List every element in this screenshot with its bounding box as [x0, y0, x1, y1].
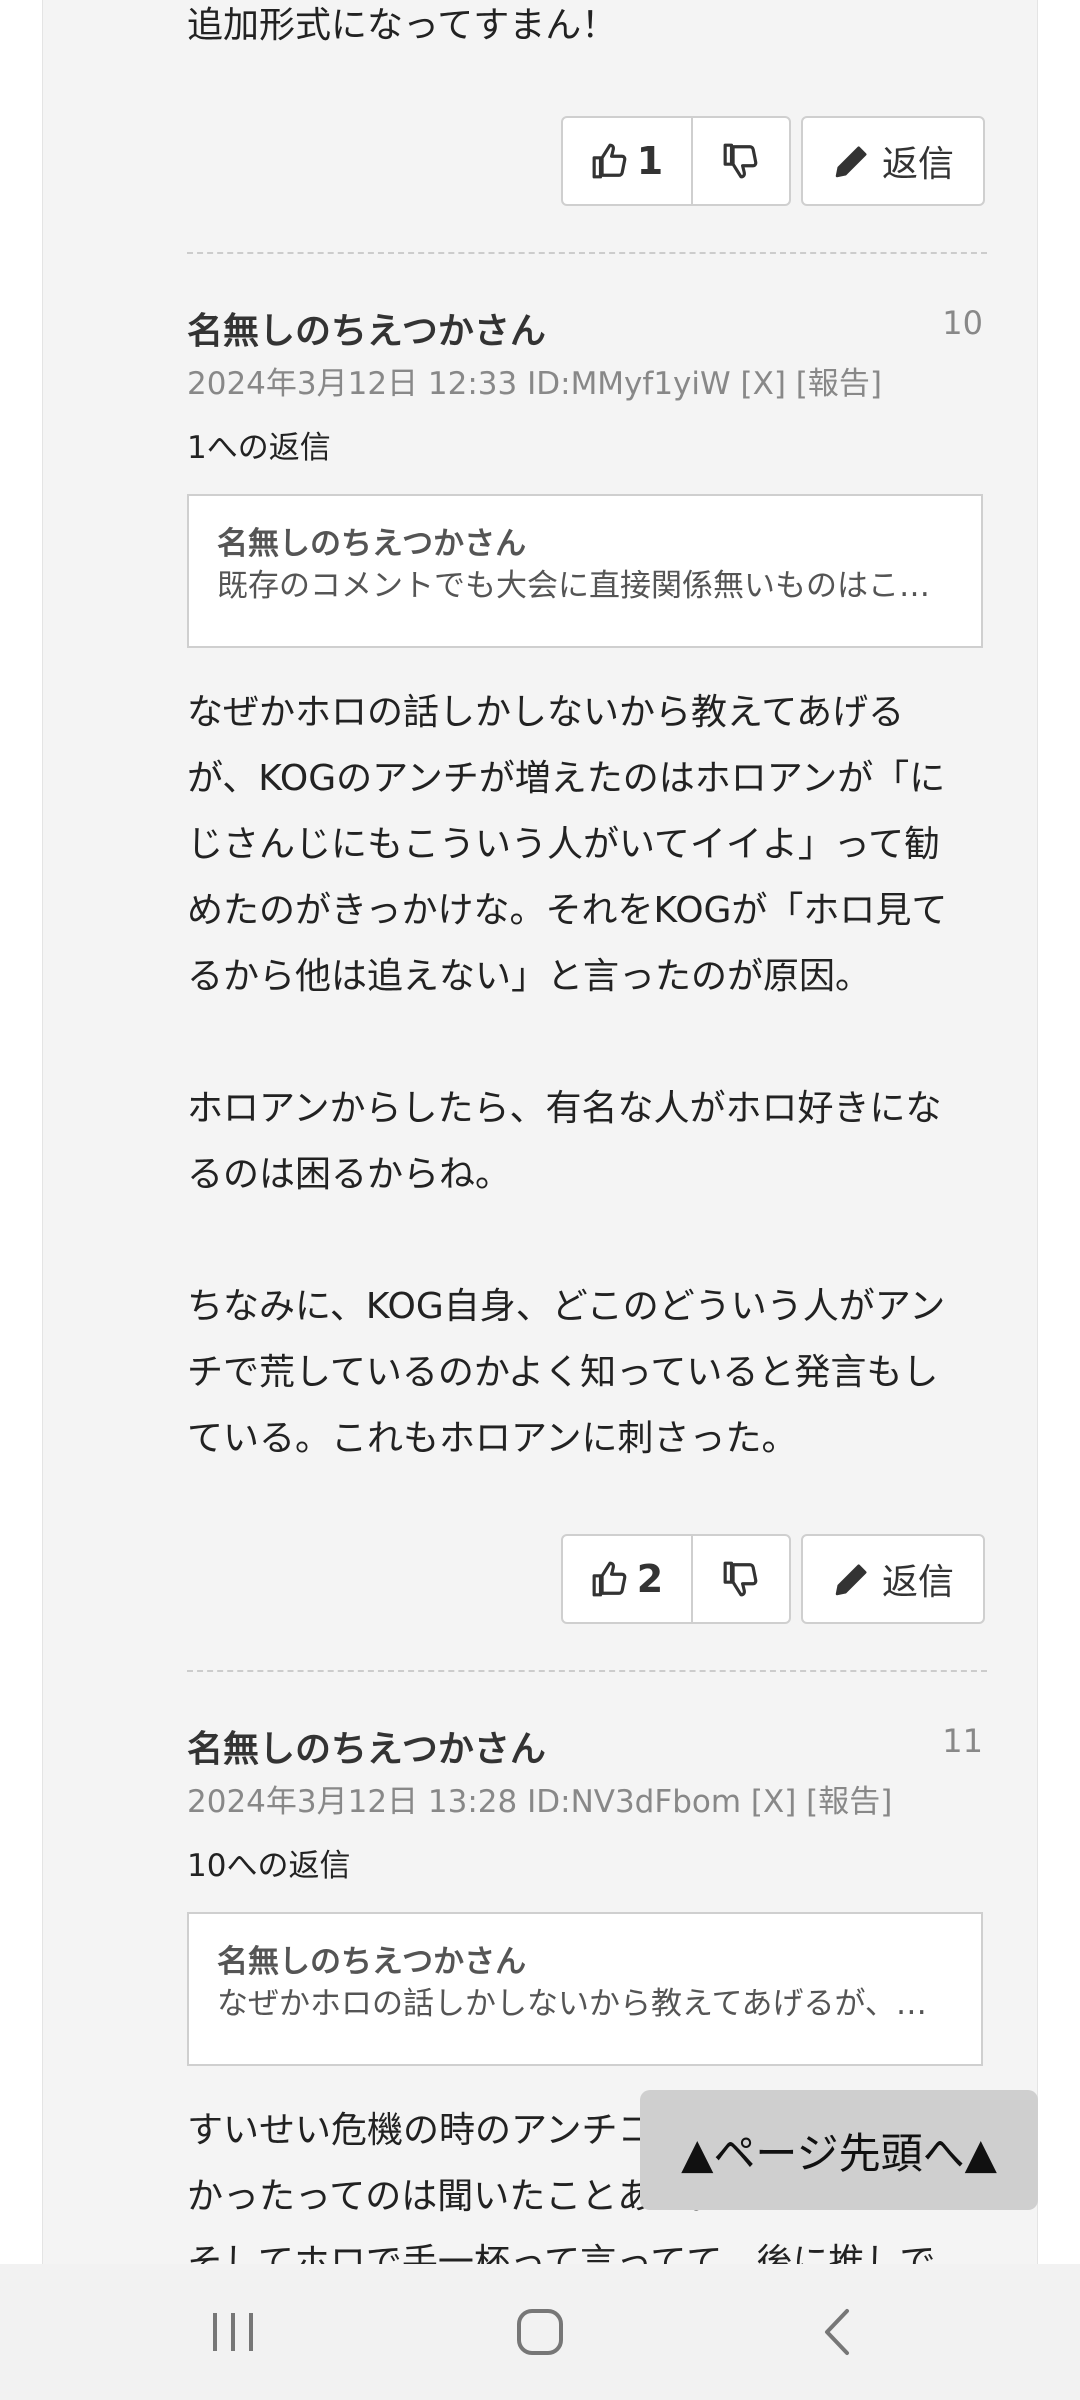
like-count: 2 [636, 1557, 664, 1601]
comment-meta: 2024年3月12日 12:33 ID:MMyf1yiW [X] [報告] [187, 366, 882, 402]
scroll-to-top-button[interactable]: ▲ページ先頭へ▲ [640, 2090, 1038, 2210]
comment-number: 10 [942, 304, 983, 342]
quote-text: 既存のコメントでも大会に直接関係無いものはこ… [217, 568, 930, 604]
vote-group: 1 [561, 116, 791, 206]
system-nav-bar [0, 2264, 1080, 2400]
comment-divider [187, 252, 987, 254]
like-button[interactable]: 1 [563, 118, 693, 204]
comment-number: 11 [942, 1722, 983, 1760]
back-icon [825, 2309, 849, 2355]
recents-icon [213, 2313, 253, 2351]
like-count: 1 [636, 139, 664, 183]
comment-actions: 1 返信 [561, 116, 985, 206]
reply-label: 返信 [881, 1562, 954, 1603]
quoted-comment[interactable]: 名無しのちえつかさん なぜかホロの話しかしないから教えてあげるが、… [187, 1912, 983, 2066]
quoted-comment[interactable]: 名無しのちえつかさん 既存のコメントでも大会に直接関係無いものはこ… [187, 494, 983, 648]
thumbs-up-icon [592, 1561, 627, 1597]
thumbs-down-icon [723, 1561, 758, 1597]
pencil-icon [835, 1564, 867, 1596]
quote-author: 名無しのちえつかさん [217, 526, 527, 562]
comment-author: 名無しのちえつかさん [187, 311, 546, 352]
comment-meta: 2024年3月12日 13:28 ID:NV3dFbom [X] [報告] [187, 1784, 893, 1820]
back-button[interactable] [810, 2304, 866, 2360]
comment-divider [187, 1670, 987, 1672]
like-button[interactable]: 2 [563, 1536, 693, 1622]
quote-author: 名無しのちえつかさん [217, 1944, 527, 1980]
dislike-button[interactable] [693, 1536, 789, 1622]
vote-group: 2 [561, 1534, 791, 1624]
reply-to-label[interactable]: 10への返信 [187, 1840, 350, 1885]
reply-button[interactable]: 返信 [801, 1534, 985, 1624]
thumbs-up-icon [592, 143, 627, 179]
thumbs-down-icon [723, 143, 758, 179]
quote-text: なぜかホロの話しかしないから教えてあげるが、… [217, 1986, 927, 2022]
home-button[interactable] [506, 2302, 574, 2362]
comment-author: 名無しのちえつかさん [187, 1729, 546, 1770]
pencil-icon [835, 146, 867, 178]
home-icon [517, 2309, 563, 2355]
recents-button[interactable] [200, 2304, 266, 2360]
comment-panel: 追加形式になってすまん！ 1 返信 名無しのちえつかさん 10 2024年3月1… [42, 0, 1038, 2264]
reply-button[interactable]: 返信 [801, 116, 985, 206]
comment-body: なぜかホロの話しかしないから教えてあげる が、KOGのアンチが増えたのはホロアン… [187, 692, 948, 1459]
comment-actions: 2 返信 [561, 1534, 985, 1624]
reply-to-label[interactable]: 1への返信 [187, 422, 331, 467]
dislike-button[interactable] [693, 118, 789, 204]
reply-label: 返信 [881, 144, 954, 185]
comment-tail-text: 追加形式になってすまん！ [187, 5, 618, 46]
